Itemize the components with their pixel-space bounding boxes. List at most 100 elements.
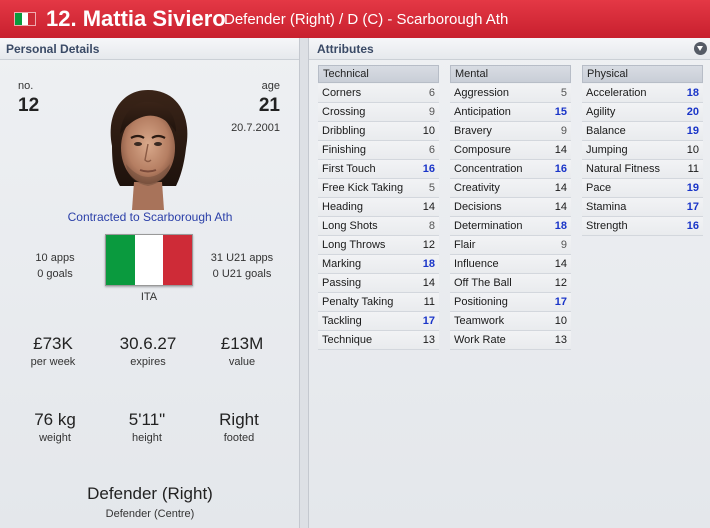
player-position-club[interactable]: Defender (Right) / D (C) - Scarborough A…: [224, 11, 508, 28]
attribute-row-technical[interactable]: Free Kick Taking 5: [318, 179, 439, 198]
attribute-name: Balance: [586, 125, 626, 137]
attribute-name: Long Shots: [322, 220, 378, 232]
attribute-row-technical[interactable]: Passing 14: [318, 274, 439, 293]
attribute-name: Tackling: [322, 315, 362, 327]
attribute-value: 11: [423, 296, 435, 308]
personal-details-title-bar: Personal Details: [0, 38, 299, 60]
attribute-row-technical[interactable]: Long Throws 12: [318, 236, 439, 255]
contract-status-link[interactable]: Contracted to Scarborough Ath: [0, 210, 300, 224]
attribute-row-mental[interactable]: Aggression 5: [450, 84, 571, 103]
u21-goals-count: 0 U21 goals: [212, 268, 272, 280]
mental-column: Mental Aggression 5 Anticipation 15 Bravery 9…: [450, 65, 571, 350]
attributes-title-bar: Attributes: [309, 38, 710, 60]
technical-header[interactable]: Technical: [318, 65, 439, 83]
personal-details-title: Personal Details: [6, 42, 100, 56]
weight-label: weight: [39, 432, 71, 444]
attribute-row-technical[interactable]: Finishing 6: [318, 141, 439, 160]
attribute-row-physical[interactable]: Natural Fitness 11: [582, 160, 703, 179]
attribute-name: Determination: [454, 220, 523, 232]
attribute-value: 12: [422, 239, 435, 251]
primary-position: Defender (Right): [87, 484, 213, 503]
attribute-value: 15: [554, 106, 567, 118]
attribute-row-technical[interactable]: Tackling 17: [318, 312, 439, 331]
attribute-row-technical[interactable]: Dribbling 10: [318, 122, 439, 141]
attribute-row-mental[interactable]: Composure 14: [450, 141, 571, 160]
attribute-name: Penalty Taking: [322, 296, 394, 308]
physical-column: Physical Acceleration 18 Agility 20 Balance 1…: [582, 65, 703, 236]
wage-value: £73K: [33, 334, 73, 353]
attribute-value: 8: [428, 220, 435, 232]
attribute-value: 9: [428, 106, 435, 118]
attribute-value: 10: [554, 315, 567, 327]
apps-count: 10 apps: [35, 252, 75, 264]
attribute-row-physical[interactable]: Acceleration 18: [582, 84, 703, 103]
attribute-row-mental[interactable]: Creativity 14: [450, 179, 571, 198]
attribute-row-technical[interactable]: Marking 18: [318, 255, 439, 274]
attribute-row-technical[interactable]: Corners 6: [318, 84, 439, 103]
attribute-value: 17: [422, 315, 435, 327]
attribute-row-technical[interactable]: Long Shots 8: [318, 217, 439, 236]
attribute-row-mental[interactable]: Decisions 14: [450, 198, 571, 217]
attribute-name: Decisions: [454, 201, 502, 213]
attribute-row-physical[interactable]: Agility 20: [582, 103, 703, 122]
attribute-row-technical[interactable]: First Touch 16: [318, 160, 439, 179]
wage-label: per week: [30, 356, 76, 368]
attribute-row-mental[interactable]: Teamwork 10: [450, 312, 571, 331]
attribute-row-mental[interactable]: Flair 9: [450, 236, 571, 255]
attribute-name: Creativity: [454, 182, 500, 194]
attribute-value: 13: [422, 334, 435, 346]
attribute-row-technical[interactable]: Penalty Taking 11: [318, 293, 439, 312]
weight-value: 76 kg: [34, 410, 76, 429]
attribute-value: 18: [554, 220, 567, 232]
attribute-value: 9: [560, 239, 567, 251]
attribute-row-mental[interactable]: Work Rate 13: [450, 331, 571, 350]
attribute-row-technical[interactable]: Heading 14: [318, 198, 439, 217]
attribute-row-physical[interactable]: Balance 19: [582, 122, 703, 141]
attribute-row-physical[interactable]: Pace 19: [582, 179, 703, 198]
attribute-name: Stamina: [586, 201, 627, 213]
attribute-row-mental[interactable]: Anticipation 15: [450, 103, 571, 122]
mental-header[interactable]: Mental: [450, 65, 571, 83]
chevron-down-icon[interactable]: [694, 42, 707, 55]
attribute-row-mental[interactable]: Concentration 16: [450, 160, 571, 179]
attribute-row-technical[interactable]: Crossing 9: [318, 103, 439, 122]
preferred-foot-label: footed: [223, 432, 255, 444]
player-name: 12. Mattia Siviero: [46, 6, 226, 31]
attribute-row-physical[interactable]: Strength 16: [582, 217, 703, 236]
attributes-title: Attributes: [317, 42, 374, 56]
attribute-row-technical[interactable]: Technique 13: [318, 331, 439, 350]
attribute-row-mental[interactable]: Bravery 9: [450, 122, 571, 141]
attribute-name: Positioning: [454, 296, 508, 308]
attribute-row-mental[interactable]: Positioning 17: [450, 293, 571, 312]
attributes-panel: Attributes Technical Corners 6 Crossing 9 Dr…: [308, 38, 710, 528]
physical-header[interactable]: Physical: [582, 65, 703, 83]
attribute-value: 14: [554, 201, 567, 213]
attribute-value: 19: [686, 182, 699, 194]
attribute-value: 20: [686, 106, 699, 118]
attribute-value: 14: [422, 201, 435, 213]
nation-code: ITA: [140, 291, 158, 303]
height-label: height: [132, 432, 162, 444]
attribute-name: Corners: [322, 87, 362, 99]
attribute-value: 10: [422, 125, 435, 137]
attribute-name: Aggression: [454, 87, 510, 99]
attribute-value: 14: [422, 277, 435, 289]
attribute-name: Dribbling: [322, 125, 366, 137]
attribute-value: 16: [422, 163, 435, 175]
attribute-row-mental[interactable]: Off The Ball 12: [450, 274, 571, 293]
squad-number: 12: [18, 95, 40, 116]
attribute-value: 14: [554, 258, 567, 270]
attribute-name: Marking: [322, 258, 362, 270]
nation-flag-icon[interactable]: [105, 234, 193, 286]
attribute-name: Influence: [454, 258, 499, 270]
attribute-name: Composure: [454, 144, 511, 156]
attribute-value: 18: [422, 258, 435, 270]
attribute-row-physical[interactable]: Jumping 10: [582, 141, 703, 160]
attribute-row-physical[interactable]: Stamina 17: [582, 198, 703, 217]
transfer-value: £13M: [220, 334, 264, 353]
secondary-position: Defender (Centre): [105, 508, 195, 520]
attribute-row-mental[interactable]: Influence 14: [450, 255, 571, 274]
attribute-value: 19: [686, 125, 699, 137]
attribute-value: 16: [554, 163, 567, 175]
attribute-row-mental[interactable]: Determination 18: [450, 217, 571, 236]
